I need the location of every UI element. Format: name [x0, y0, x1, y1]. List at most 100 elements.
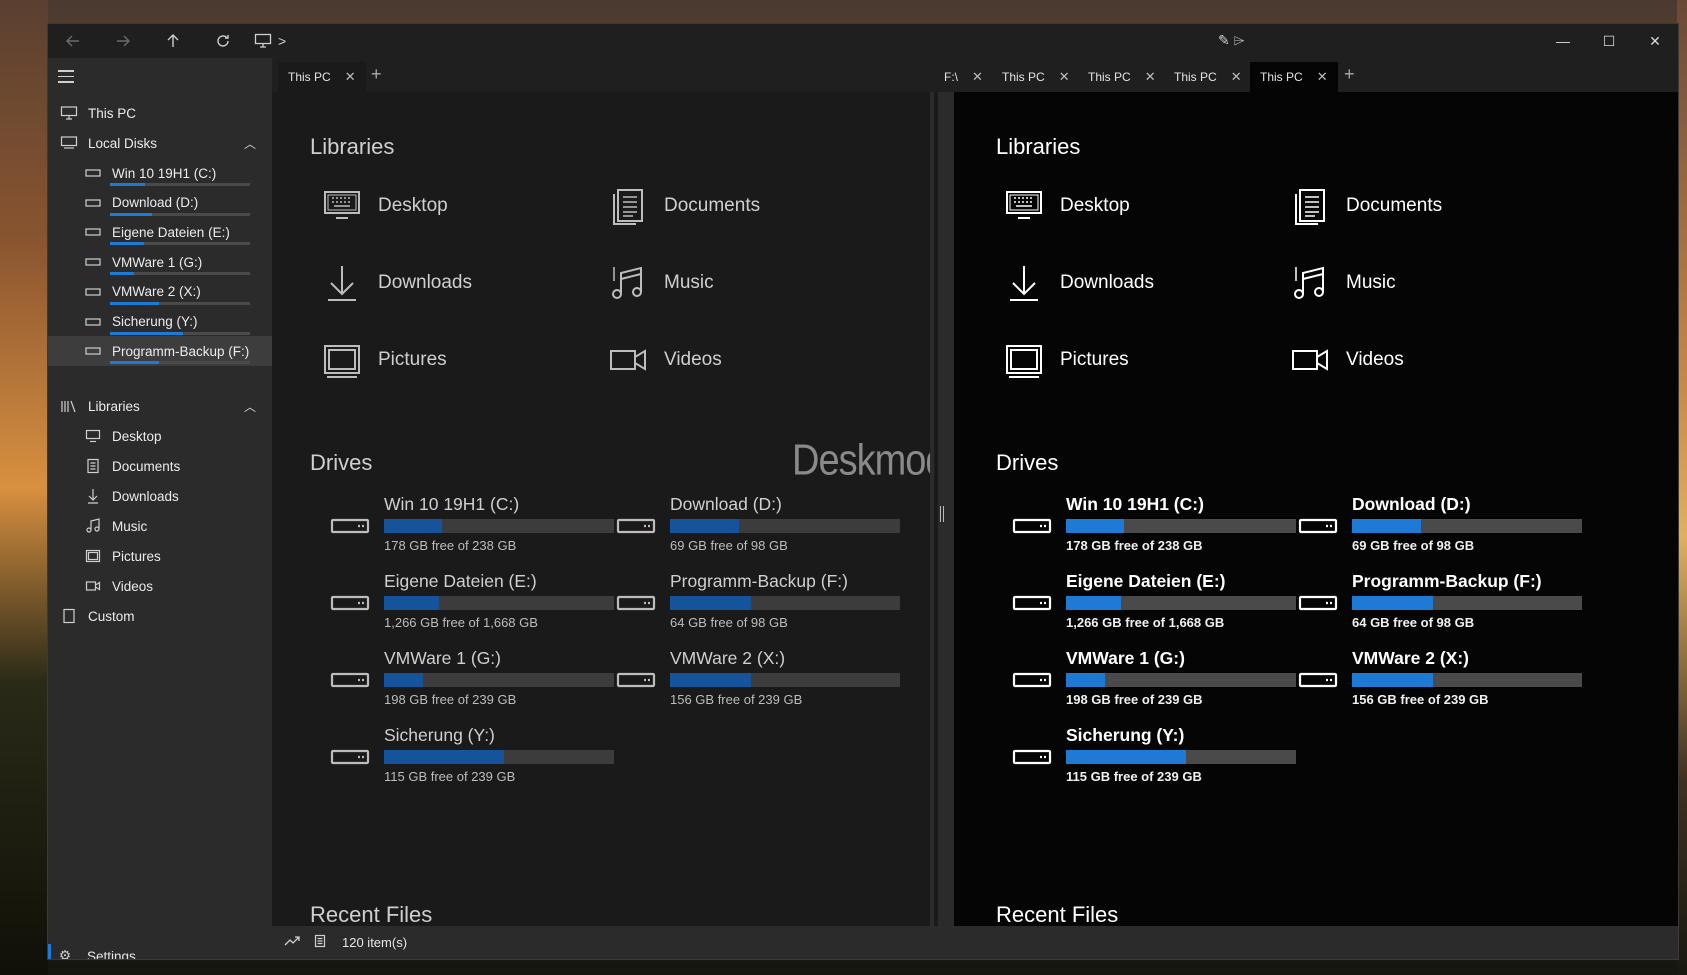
forward-button[interactable] — [98, 24, 148, 58]
splitter-grip-icon[interactable] — [940, 506, 944, 522]
sidebar-item-music[interactable]: Music — [48, 511, 272, 541]
sidebar-item-label: Music — [112, 518, 148, 534]
sidebar-item-downloads[interactable]: Downloads — [48, 481, 272, 511]
library-desktop[interactable]: Desktop — [1002, 184, 1130, 228]
trend-icon[interactable] — [284, 935, 304, 950]
hard-drive-icon — [1298, 593, 1338, 613]
sidebar-item-desktop[interactable]: Desktop — [48, 421, 272, 451]
computer-icon — [58, 105, 80, 121]
library-documents[interactable]: Documents — [1288, 184, 1442, 228]
back-icon — [66, 35, 79, 47]
pane-splitter[interactable] — [930, 92, 954, 926]
refresh-button[interactable] — [198, 24, 248, 58]
breadcrumb-chevron-icon[interactable]: > — [278, 33, 286, 49]
drive-card[interactable]: Download (D:) 69 GB free of 98 GB — [606, 494, 900, 564]
tab-this-pc[interactable]: This PC ✕ — [278, 62, 366, 92]
settings-label: Settings — [87, 948, 136, 960]
drive-card[interactable]: VMWare 1 (G:) 198 GB free of 239 GB — [1002, 648, 1296, 718]
tab-this-pc-active[interactable]: This PC ✕ — [1250, 62, 1338, 92]
hamburger-menu-icon[interactable] — [58, 70, 74, 84]
up-button[interactable] — [148, 24, 198, 58]
hard-drive-icon — [82, 224, 104, 240]
sidebar-item-custom[interactable]: Custom — [48, 601, 272, 631]
selection-icon[interactable] — [314, 934, 334, 951]
sidebar-item-local-disks[interactable]: Local Disks ︿ — [48, 128, 272, 158]
close-icon[interactable]: ✕ — [1317, 69, 1328, 85]
chevron-up-icon[interactable]: ︿ — [244, 135, 256, 152]
drive-card[interactable]: VMWare 1 (G:) 198 GB free of 239 GB — [320, 648, 614, 718]
sidebar-item-pictures[interactable]: Pictures — [48, 541, 272, 571]
close-icon[interactable]: ✕ — [972, 69, 983, 85]
maximize-button[interactable]: ☐ — [1586, 24, 1632, 58]
drive-card[interactable]: Eigene Dateien (E:) 1,266 GB free of 1,66… — [320, 571, 614, 641]
tab-label: This PC — [1002, 70, 1045, 84]
add-tab-button[interactable]: + — [371, 64, 382, 85]
drive-card[interactable]: Win 10 19H1 (C:) 178 GB free of 238 GB — [320, 494, 614, 564]
sidebar-item-libraries[interactable]: Libraries ︿ — [48, 391, 272, 421]
library-label: Pictures — [378, 349, 447, 370]
tab-label: F:\ — [944, 70, 958, 84]
hard-drive-icon — [82, 314, 104, 330]
recent-files-title: Recent Files — [310, 902, 433, 926]
tab-this-pc[interactable]: This PC ✕ — [1078, 62, 1166, 92]
gear-icon: ⚙ — [59, 948, 72, 959]
custom-icon — [58, 608, 80, 624]
close-icon[interactable]: ✕ — [1231, 69, 1242, 85]
sidebar-item-documents[interactable]: Documents — [48, 451, 272, 481]
settings-button[interactable]: ⚙ Settings — [48, 941, 272, 959]
drive-card[interactable]: Sicherung (Y:) 115 GB free of 239 GB — [320, 725, 614, 795]
drive-usage-bar — [670, 519, 900, 533]
download-icon — [1002, 261, 1046, 305]
close-button[interactable]: ✕ — [1632, 24, 1678, 58]
pin-share-icons[interactable]: ✎ ⌲ — [1218, 32, 1245, 49]
sidebar-item-videos[interactable]: Videos — [48, 571, 272, 601]
up-icon — [167, 34, 179, 47]
drives-title: Drives — [310, 450, 373, 475]
minimize-button[interactable]: — — [1540, 24, 1586, 58]
back-button[interactable] — [48, 24, 98, 58]
library-videos[interactable]: Videos — [606, 338, 722, 382]
close-icon[interactable]: ✕ — [345, 69, 356, 85]
library-desktop[interactable]: Desktop — [320, 184, 448, 228]
add-tab-button[interactable]: + — [1344, 64, 1355, 85]
library-downloads[interactable]: Downloads — [320, 261, 472, 305]
library-music[interactable]: Music — [1288, 261, 1396, 305]
drive-free-space: 115 GB free of 239 GB — [1066, 769, 1202, 784]
drive-card[interactable]: Download (D:) 69 GB free of 98 GB — [1288, 494, 1582, 564]
library-documents[interactable]: Documents — [606, 184, 760, 228]
drive-card[interactable]: Win 10 19H1 (C:) 178 GB free of 238 GB — [1002, 494, 1296, 564]
library-downloads[interactable]: Downloads — [1002, 261, 1154, 305]
drive-card[interactable]: VMWare 2 (X:) 156 GB free of 239 GB — [1288, 648, 1582, 718]
close-icon[interactable]: ✕ — [1059, 69, 1070, 85]
drive-usage-bar — [110, 361, 250, 365]
drive-usage-bar — [384, 673, 614, 687]
drive-usage-bar — [1352, 673, 1582, 687]
drive-card[interactable]: Eigene Dateien (E:) 1,266 GB free of 1,66… — [1002, 571, 1296, 641]
chevron-up-icon[interactable]: ︿ — [244, 398, 256, 415]
library-videos[interactable]: Videos — [1288, 338, 1404, 382]
library-label: Music — [1346, 272, 1396, 293]
library-pictures[interactable]: Pictures — [320, 338, 447, 382]
close-icon[interactable]: ✕ — [1145, 69, 1156, 85]
breadcrumb[interactable]: > — [254, 33, 286, 49]
drive-card[interactable]: Programm-Backup (F:) 64 GB free of 98 GB — [1288, 571, 1582, 641]
sidebar-item-label: This PC — [88, 105, 137, 121]
library-label: Documents — [1346, 195, 1443, 216]
hard-drive-icon — [330, 670, 370, 690]
library-pictures[interactable]: Pictures — [1002, 338, 1129, 382]
desktop-icon — [1002, 184, 1046, 228]
sidebar-item-this-pc[interactable]: This PC — [48, 98, 272, 128]
drive-card[interactable]: Programm-Backup (F:) 64 GB free of 98 GB — [606, 571, 900, 641]
tab-f-drive[interactable]: F:\ ✕ — [934, 62, 993, 92]
drive-card[interactable]: Sicherung (Y:) 115 GB free of 239 GB — [1002, 725, 1296, 795]
drive-usage-bar — [384, 596, 614, 610]
sidebar-item-label: Libraries — [88, 398, 140, 414]
tab-label: This PC — [1174, 70, 1217, 84]
desktop-icon — [82, 428, 104, 444]
tab-this-pc[interactable]: This PC ✕ — [1164, 62, 1252, 92]
drive-card[interactable]: VMWare 2 (X:) 156 GB free of 239 GB — [606, 648, 900, 718]
drive-name: VMWare 1 (G:) — [384, 648, 501, 668]
tab-this-pc[interactable]: This PC ✕ — [992, 62, 1080, 92]
library-music[interactable]: Music — [606, 261, 714, 305]
drive-name: Eigene Dateien (E:) — [384, 571, 537, 591]
